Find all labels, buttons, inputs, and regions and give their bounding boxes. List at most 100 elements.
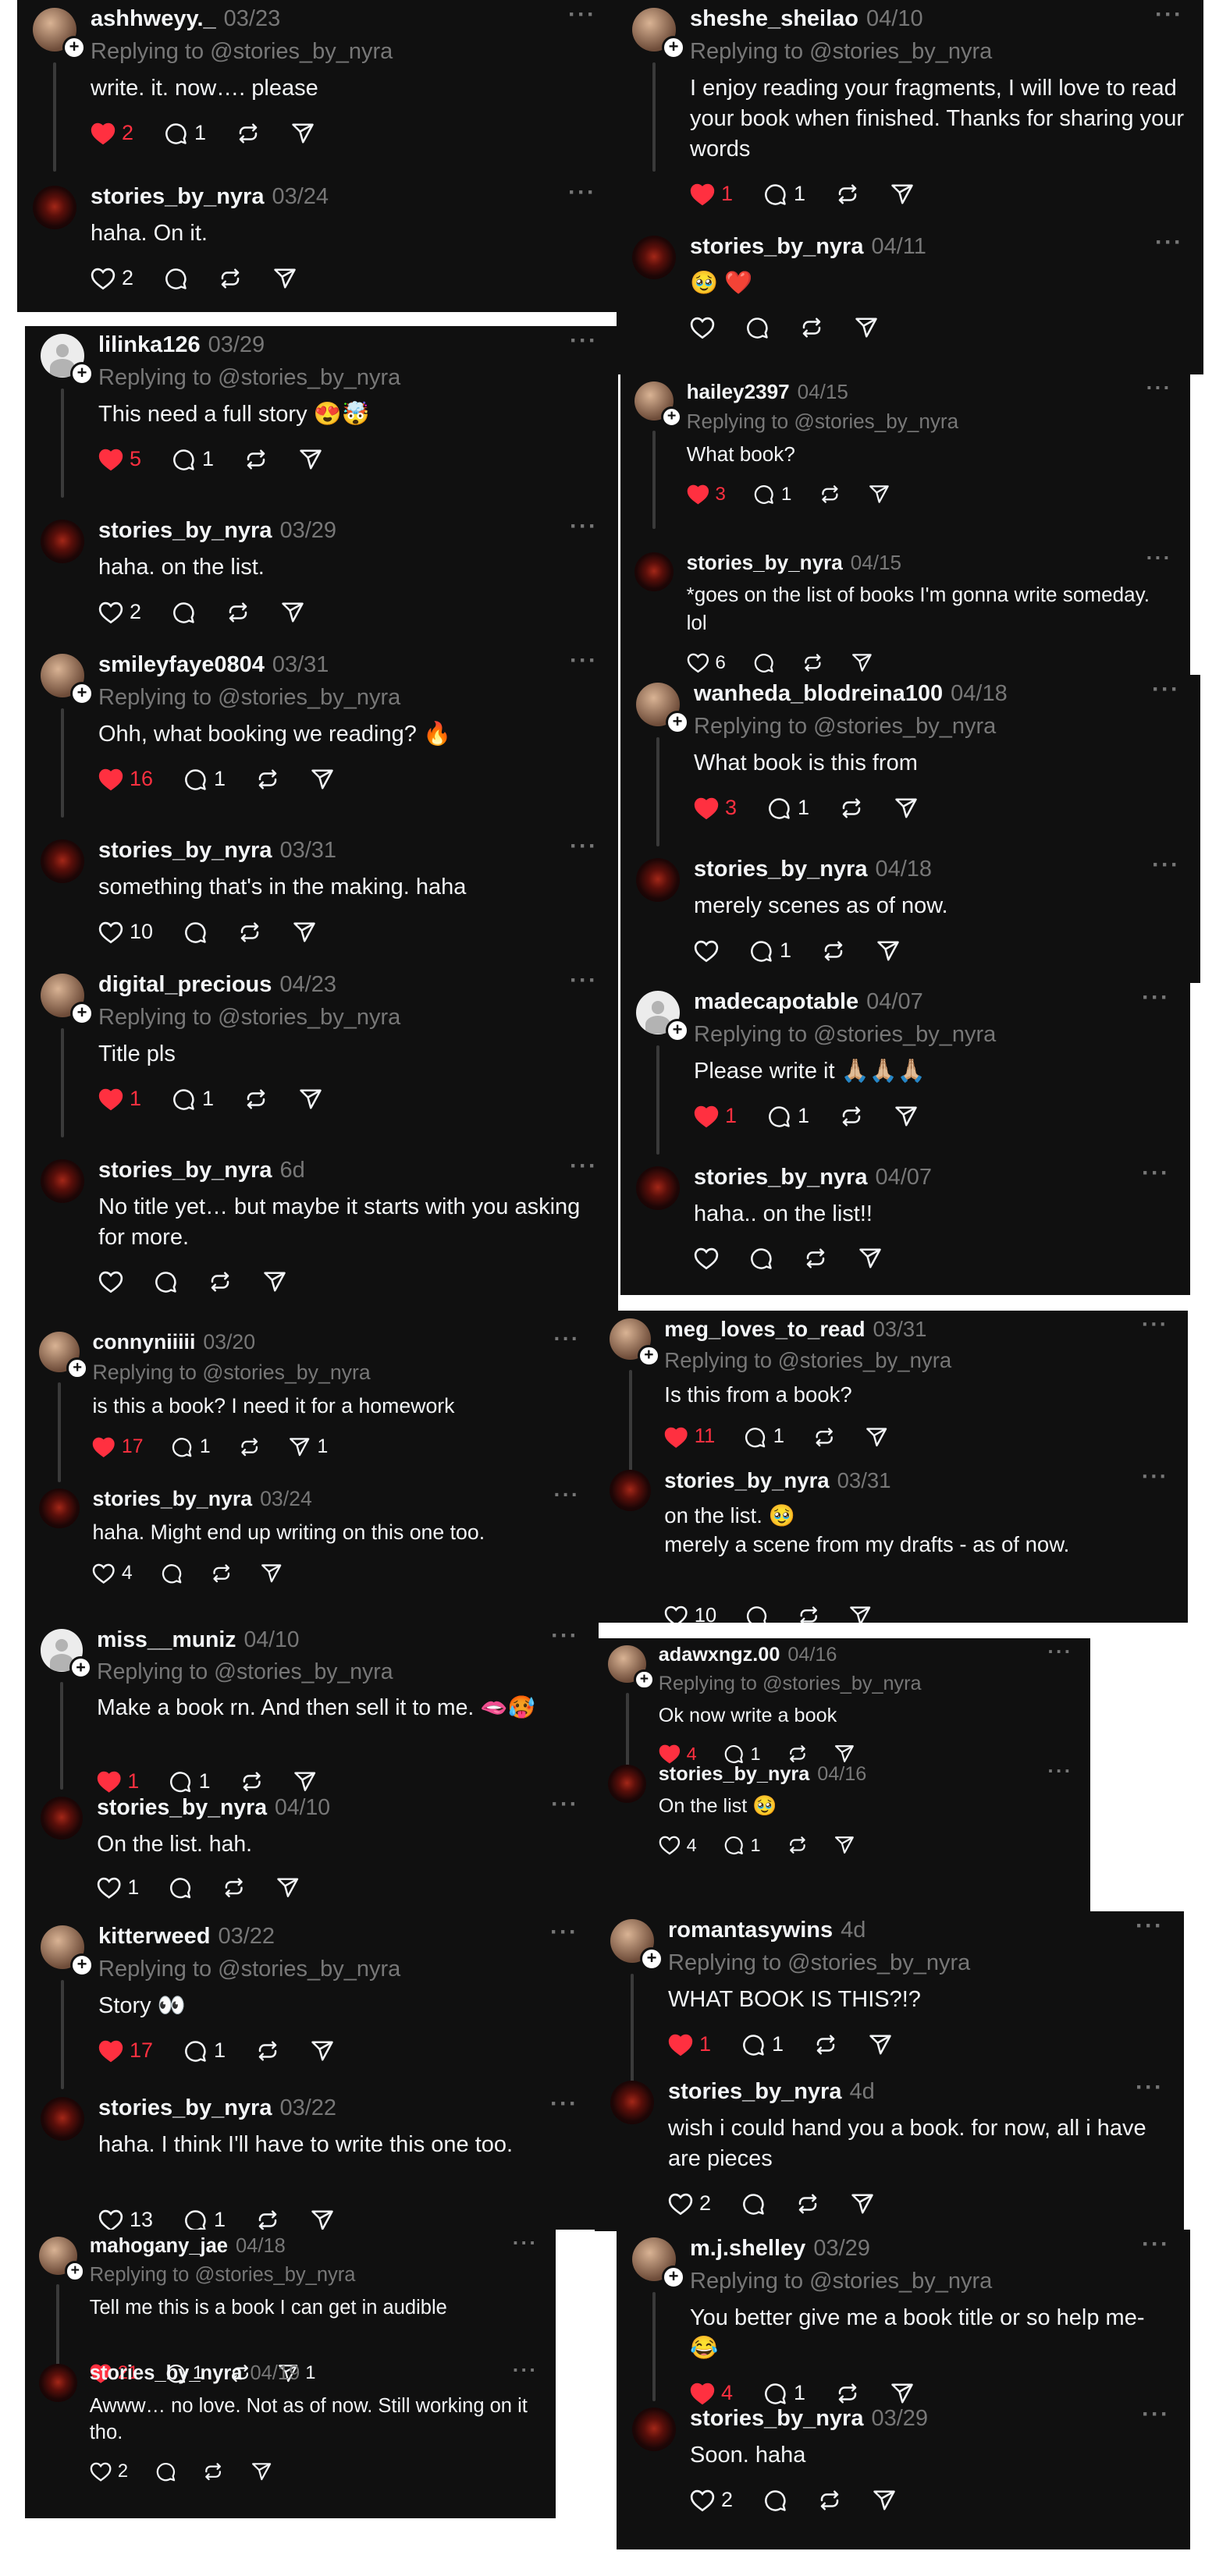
more-icon[interactable]: ···	[570, 648, 598, 674]
avatar[interactable]	[610, 1470, 652, 1512]
like-button[interactable]: 4	[659, 1835, 697, 1856]
follow-plus-icon[interactable]: +	[66, 1357, 88, 1379]
comment-button[interactable]: 1	[741, 2032, 784, 2056]
username[interactable]: digital_precious	[98, 972, 272, 997]
more-icon[interactable]: ···	[513, 2231, 538, 2255]
repost-button[interactable]	[835, 183, 860, 206]
more-icon[interactable]: ···	[570, 833, 598, 860]
comment-button[interactable]: 1	[766, 1104, 809, 1128]
avatar[interactable]	[634, 552, 674, 592]
comment-button[interactable]: 1	[748, 939, 791, 963]
username[interactable]: kitterweed	[98, 1924, 210, 1949]
follow-plus-icon[interactable]: +	[662, 2266, 685, 2289]
share-button[interactable]	[275, 1876, 300, 1899]
username[interactable]: stories_by_nyra	[690, 234, 863, 259]
follow-plus-icon[interactable]: +	[662, 36, 685, 59]
repost-button[interactable]	[222, 1876, 246, 1899]
share-button[interactable]	[894, 797, 919, 820]
username[interactable]: m.j.shelley	[690, 2236, 805, 2261]
avatar[interactable]	[41, 839, 84, 883]
repost-button[interactable]	[787, 1835, 809, 1855]
repost-button[interactable]	[819, 484, 841, 505]
like-button[interactable]: 2	[668, 2191, 711, 2216]
avatar[interactable]	[40, 1797, 84, 1840]
username[interactable]: stories_by_nyra	[687, 551, 843, 574]
like-button[interactable]	[694, 939, 719, 963]
comment-button[interactable]	[163, 267, 188, 290]
more-icon[interactable]: ···	[1142, 1160, 1170, 1187]
comment-button[interactable]: 1	[762, 182, 805, 206]
comment-button[interactable]	[741, 2192, 766, 2216]
avatar[interactable]	[38, 2363, 77, 2402]
username[interactable]: stories_by_nyra	[690, 2406, 863, 2431]
like-button[interactable]: 1	[97, 1875, 139, 1900]
repost-button[interactable]	[243, 448, 268, 471]
share-button[interactable]	[854, 316, 879, 339]
like-button[interactable]: 1	[98, 1087, 141, 1111]
more-icon[interactable]: ···	[568, 2, 596, 28]
share-button[interactable]	[310, 2039, 335, 2063]
share-button[interactable]	[858, 1247, 883, 1270]
comment-button[interactable]	[160, 1563, 183, 1584]
share-button[interactable]	[834, 1835, 855, 1855]
follow-plus-icon[interactable]: +	[65, 2261, 86, 2282]
username[interactable]: meg_loves_to_read	[664, 1317, 865, 1341]
like-button[interactable]: 17	[98, 2038, 153, 2063]
username[interactable]: stories_by_nyra	[91, 184, 264, 209]
share-button[interactable]	[272, 267, 297, 290]
username[interactable]: miss__muniz	[97, 1627, 236, 1652]
username[interactable]: stories_by_nyra	[98, 2095, 272, 2120]
repost-button[interactable]	[255, 2209, 280, 2230]
like-button[interactable]: 2	[90, 2461, 128, 2482]
username[interactable]: stories_by_nyra	[98, 838, 272, 863]
repost-button[interactable]	[237, 921, 262, 944]
comment-button[interactable]	[183, 921, 208, 944]
comment-button[interactable]	[745, 1605, 768, 1623]
like-button[interactable]	[694, 1247, 719, 1270]
more-icon[interactable]: ···	[513, 2358, 538, 2383]
more-icon[interactable]: ···	[568, 179, 596, 206]
comment-button[interactable]	[168, 1876, 192, 1899]
follow-plus-icon[interactable]: +	[70, 362, 94, 385]
avatar[interactable]	[41, 1159, 84, 1203]
repost-button[interactable]	[839, 797, 864, 820]
repost-button[interactable]	[799, 316, 824, 339]
more-icon[interactable]: ···	[550, 1919, 578, 1946]
more-icon[interactable]: ···	[550, 2091, 578, 2117]
comment-button[interactable]: 1	[743, 1425, 784, 1448]
replying-to-handle[interactable]: @stories_by_nyra	[202, 1361, 370, 1384]
like-button[interactable]: 2	[91, 266, 133, 290]
more-icon[interactable]: ···	[1142, 985, 1170, 1011]
like-button[interactable]: 10	[98, 920, 153, 944]
comment-button[interactable]	[171, 601, 196, 624]
avatar[interactable]	[636, 1166, 680, 1210]
username[interactable]: stories_by_nyra	[659, 1763, 809, 1785]
share-button[interactable]	[251, 2461, 272, 2482]
repost-button[interactable]	[202, 2461, 224, 2482]
more-icon[interactable]: ···	[1142, 2401, 1170, 2428]
like-button[interactable]	[690, 316, 715, 339]
follow-plus-icon[interactable]: +	[70, 682, 94, 705]
repost-button[interactable]	[226, 601, 251, 624]
like-button[interactable]: 6	[687, 652, 726, 674]
more-icon[interactable]: ···	[570, 967, 598, 994]
replying-to-handle[interactable]: @stories_by_nyra	[214, 1659, 393, 1684]
more-icon[interactable]: ···	[1142, 1464, 1168, 1490]
share-button[interactable]	[262, 1270, 287, 1293]
share-button[interactable]	[260, 1563, 283, 1584]
username[interactable]: wanheda_blodreina100	[694, 681, 943, 706]
comment-button[interactable]: 1	[183, 2208, 226, 2230]
follow-plus-icon[interactable]: +	[70, 1002, 94, 1025]
follow-plus-icon[interactable]: +	[666, 1019, 689, 1042]
follow-plus-icon[interactable]: +	[640, 1947, 663, 1971]
more-icon[interactable]: ···	[554, 1482, 581, 1507]
like-button[interactable]: 16	[98, 767, 153, 791]
avatar[interactable]	[636, 858, 680, 902]
share-button[interactable]	[310, 768, 335, 791]
comment-button[interactable]: 1	[723, 1835, 761, 1856]
more-icon[interactable]: ···	[1155, 2, 1183, 28]
replying-to-handle[interactable]: @stories_by_nyra	[218, 1957, 400, 1982]
replying-to-handle[interactable]: @stories_by_nyra	[778, 1348, 951, 1372]
like-button[interactable]: 1	[694, 1104, 737, 1128]
replying-to-handle[interactable]: @stories_by_nyra	[787, 1950, 970, 1975]
